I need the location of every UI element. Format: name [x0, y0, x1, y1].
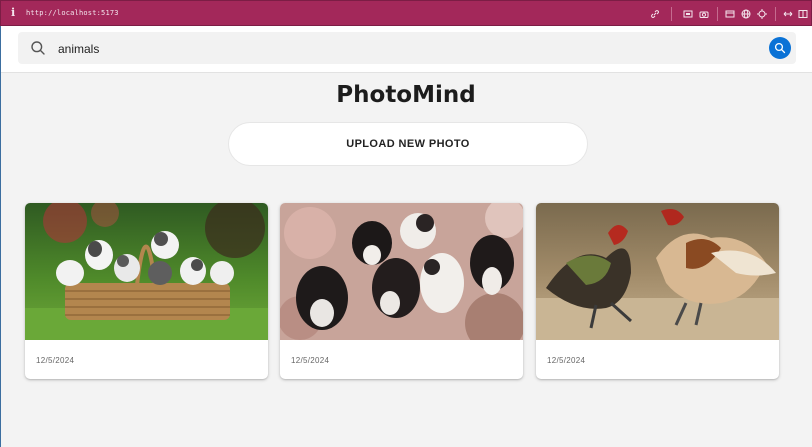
window-edge	[0, 26, 1, 447]
photo-date: 12/5/2024	[36, 356, 75, 365]
search-input[interactable]	[56, 36, 740, 62]
search-icon	[31, 41, 45, 55]
photo-thumbnail-kittens[interactable]	[280, 203, 523, 340]
camera-icon[interactable]	[699, 9, 709, 19]
photo-thumbnail-roosters[interactable]	[536, 203, 779, 340]
sidebar-icon[interactable]	[798, 9, 808, 19]
photo-date: 12/5/2024	[291, 356, 330, 365]
target-icon[interactable]	[757, 9, 767, 19]
upload-photo-button[interactable]: UPLOAD NEW PHOTO	[228, 122, 588, 166]
photo-card[interactable]: 12/5/2024	[25, 203, 268, 379]
window-icon[interactable]	[725, 9, 735, 19]
address-bar-url[interactable]: http://localhost:5173	[26, 9, 119, 17]
link-icon[interactable]	[650, 9, 660, 19]
photo-card[interactable]: 12/5/2024	[536, 203, 779, 379]
search-button[interactable]	[769, 37, 791, 59]
search-button-icon	[774, 42, 786, 54]
photo-card[interactable]: 12/5/2024	[280, 203, 523, 379]
browser-toolbar: i http://localhost:5173	[0, 0, 812, 26]
globe-icon[interactable]	[741, 9, 751, 19]
page-title: PhotoMind	[336, 82, 476, 108]
photo-date: 12/5/2024	[547, 356, 586, 365]
search-bar	[18, 32, 796, 64]
screen-icon[interactable]	[683, 9, 693, 19]
info-icon[interactable]: i	[11, 6, 15, 19]
expand-icon[interactable]	[783, 9, 793, 19]
photo-thumbnail-puppies[interactable]	[25, 203, 268, 340]
app-header	[0, 26, 812, 73]
